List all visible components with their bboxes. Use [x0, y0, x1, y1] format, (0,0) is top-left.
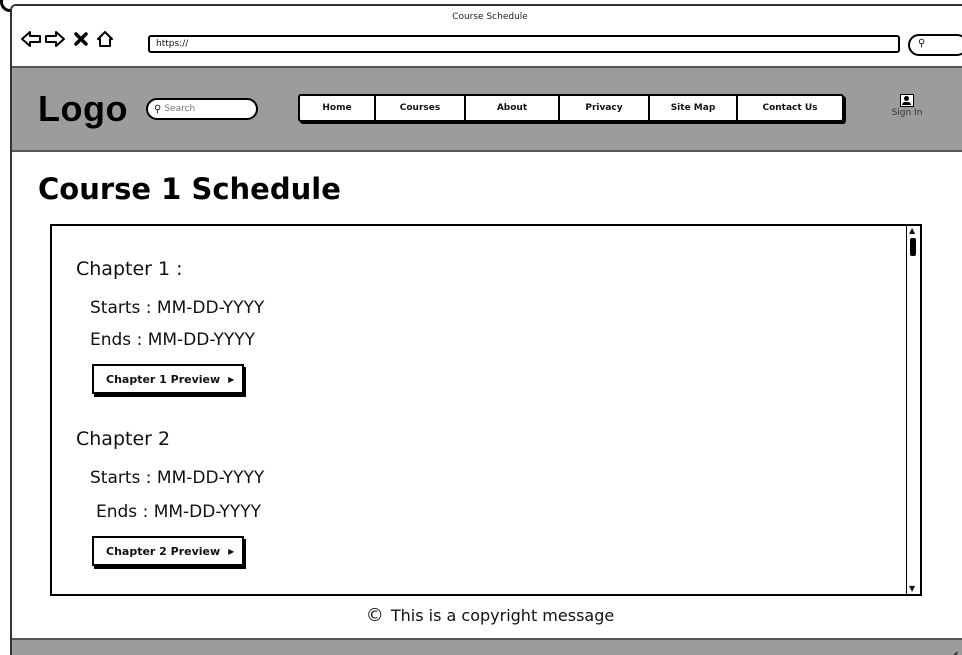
- back-arrow-icon[interactable]: [20, 28, 42, 50]
- browser-chrome: Course Schedule ⚲: [12, 6, 962, 66]
- scroll-up-arrow-icon[interactable]: ▲: [909, 227, 915, 235]
- user-icon: [900, 94, 914, 107]
- nav-site-map[interactable]: Site Map: [650, 96, 738, 120]
- play-arrow-icon: ▶: [228, 546, 235, 556]
- nav-courses[interactable]: Courses: [376, 96, 466, 120]
- browser-window: Course Schedule ⚲ Logo ⚲ Home Courses Ab…: [10, 4, 962, 655]
- sign-in-label: Sign In: [891, 108, 923, 118]
- search-icon: ⚲: [918, 38, 926, 49]
- search-input-container[interactable]: ⚲: [146, 98, 258, 120]
- nav-home[interactable]: Home: [300, 96, 376, 120]
- chapter-2-title: Chapter 2: [76, 428, 171, 450]
- chapter-2-start-date: Starts : MM-DD-YYYY: [90, 468, 265, 488]
- play-arrow-icon: ▶: [228, 374, 235, 384]
- nav-contact-us[interactable]: Contact Us: [738, 96, 842, 120]
- vertical-scrollbar[interactable]: ▲ ▼: [906, 226, 920, 594]
- forward-arrow-icon[interactable]: [44, 28, 66, 50]
- chapter-2-preview-button[interactable]: Chapter 2 Preview ▶: [92, 536, 245, 566]
- browser-search-field[interactable]: ⚲: [908, 34, 962, 56]
- schedule-panel: Chapter 1 : Starts : MM-DD-YYYY Ends : M…: [50, 224, 922, 596]
- chapter-2-end-date: Ends : MM-DD-YYYY: [96, 502, 262, 522]
- url-bar[interactable]: [148, 35, 900, 53]
- chapter-2-preview-label: Chapter 2 Preview: [106, 544, 221, 558]
- search-icon: ⚲: [154, 103, 162, 115]
- nav-privacy[interactable]: Privacy: [560, 96, 650, 120]
- page-title: Course 1 Schedule: [38, 172, 341, 206]
- scroll-down-arrow-icon[interactable]: ▼: [909, 585, 915, 593]
- chapter-1-title: Chapter 1 :: [76, 258, 183, 280]
- window-title: Course Schedule: [452, 12, 528, 22]
- site-header: Logo ⚲ Home Courses About Privacy Site M…: [12, 66, 962, 152]
- status-bar: [12, 638, 962, 655]
- nav-about[interactable]: About: [466, 96, 560, 120]
- scroll-thumb[interactable]: [910, 238, 916, 256]
- logo[interactable]: Logo: [38, 88, 128, 130]
- chapter-1-start-date: Starts : MM-DD-YYYY: [90, 298, 265, 318]
- sign-in-button[interactable]: Sign In: [884, 94, 930, 118]
- copyright-icon: ©: [365, 605, 384, 626]
- close-icon[interactable]: [70, 28, 92, 50]
- search-input[interactable]: [164, 104, 245, 114]
- copyright-footer: © This is a copyright message: [12, 605, 962, 626]
- home-icon[interactable]: [94, 28, 116, 50]
- chapter-1-preview-label: Chapter 1 Preview: [106, 372, 221, 386]
- resize-grip-icon[interactable]: [943, 645, 959, 655]
- main-nav: Home Courses About Privacy Site Map Cont…: [298, 94, 844, 122]
- chapter-1-end-date: Ends : MM-DD-YYYY: [90, 330, 256, 350]
- copyright-text: This is a copyright message: [390, 606, 615, 625]
- chapter-1-preview-button[interactable]: Chapter 1 Preview ▶: [92, 364, 245, 394]
